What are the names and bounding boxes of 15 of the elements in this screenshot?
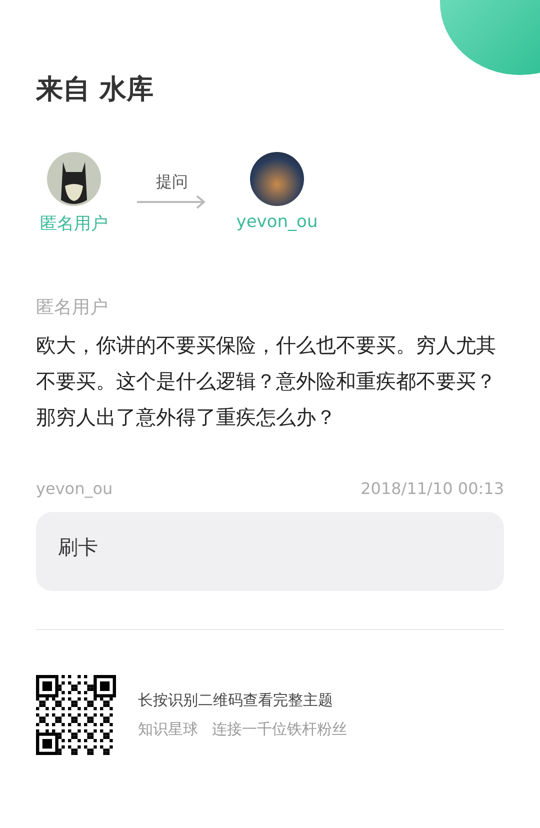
question-author: 匿名用户 <box>36 296 109 319</box>
answerer-name[interactable]: yevon_ou <box>236 212 318 232</box>
asker-name[interactable]: 匿名用户 <box>40 212 108 235</box>
answer-author: yevon_ou <box>36 479 113 498</box>
qr-hint: 长按识别二维码查看完整主题 <box>138 691 334 710</box>
masked-avatar-icon <box>47 152 101 206</box>
brand-name: 知识星球 <box>138 720 198 739</box>
answer-box: 刷卡 <box>36 512 504 591</box>
slogan: 连接一千位铁杆粉丝 <box>212 720 347 739</box>
page-title: 来自 水库 <box>36 73 154 107</box>
answer-time: 2018/11/10 00:13 <box>360 479 504 498</box>
action-label: 提问 <box>156 172 188 193</box>
question-text: 欧大，你讲的不要买保险，什么也不要买。穷人尤其不要买。这个是什么逻辑？意外险和重疾都不要买？那穷人出了意外得了重疾怎么办？ <box>36 332 497 431</box>
avatar-photo-placeholder <box>250 152 304 206</box>
arrow-icon <box>137 195 207 209</box>
